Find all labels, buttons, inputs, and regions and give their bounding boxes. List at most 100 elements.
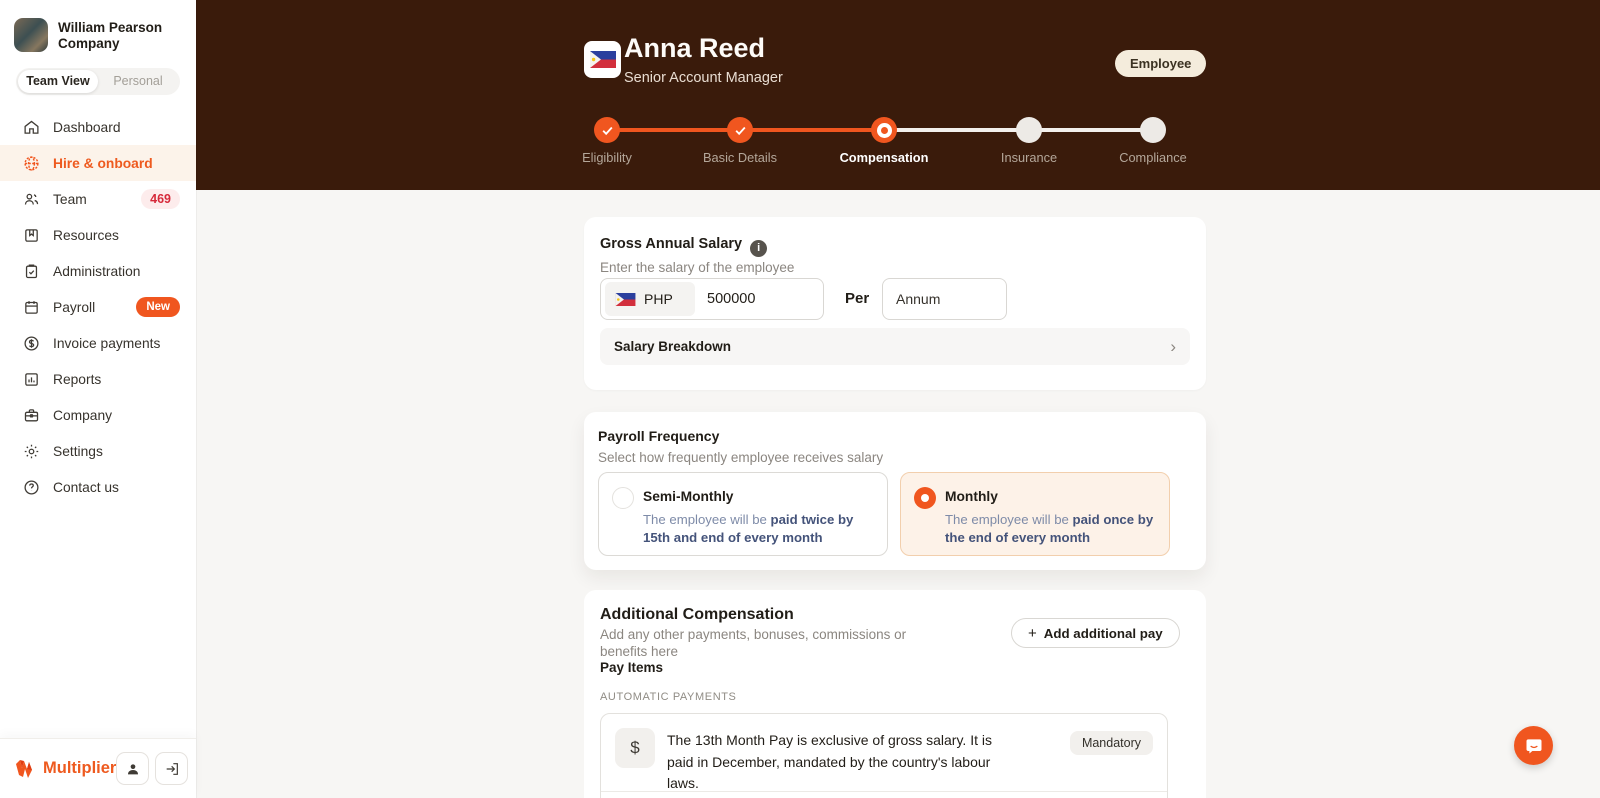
sidebar-item-payroll[interactable]: Payroll New (0, 289, 196, 325)
additional-compensation-subtitle: Add any other payments, bonuses, commiss… (600, 627, 907, 659)
gross-salary-subtitle: Enter the salary of the employee (600, 260, 795, 275)
step-insurance-dot[interactable] (1016, 117, 1042, 143)
info-icon[interactable]: i (750, 239, 768, 257)
sidebar-item-label: Settings (53, 443, 103, 459)
help-circle-icon (22, 478, 40, 496)
payroll-frequency-subtitle: Select how frequently employee receives … (598, 450, 884, 465)
company-switcher[interactable]: William Pearson Company (0, 0, 196, 62)
multiplier-logo-icon (16, 759, 32, 778)
currency-selector[interactable]: PHP (605, 282, 695, 316)
step-label-compliance: Compliance (1119, 150, 1187, 165)
sidebar-item-label: Resources (53, 227, 119, 243)
toggle-personal[interactable]: Personal (98, 70, 178, 93)
globe-icon (22, 154, 40, 172)
resources-icon (22, 226, 40, 244)
option-title: Semi-Monthly (643, 489, 734, 504)
add-additional-pay-label: Add additional pay (1043, 625, 1163, 641)
mandatory-badge: Mandatory (1069, 731, 1153, 755)
automatic-payments-label: AUTOMATIC PAYMENTS (600, 691, 737, 703)
employee-header: Anna Reed Senior Account Manager Employe… (196, 0, 1600, 190)
view-toggle: Team View Personal (16, 68, 180, 95)
person-icon (127, 763, 138, 774)
gross-salary-card: Gross Annual Salary i Enter the salary of… (584, 217, 1206, 390)
stepper-connector (607, 128, 740, 132)
step-label-basic-details: Basic Details (703, 150, 777, 165)
additional-compensation-title: Additional Compensation (600, 606, 794, 623)
salary-amount-input[interactable] (699, 291, 809, 307)
sidebar-item-company[interactable]: Company (0, 397, 196, 433)
profile-button[interactable] (116, 752, 150, 785)
company-name: William Pearson Company (58, 20, 163, 51)
sidebar-item-resources[interactable]: Resources (0, 217, 196, 253)
sidebar-menu: Dashboard Hire & onboard Team 469 Resour… (0, 109, 196, 505)
logout-icon (166, 762, 178, 775)
pay-item-text: The 13th Month Pay is exclusive of gross… (667, 732, 992, 791)
gear-icon (22, 442, 40, 460)
radio-selected[interactable] (914, 487, 936, 509)
team-icon (22, 190, 40, 208)
option-description: The employee will be paid twice by 15th … (643, 512, 854, 545)
step-eligibility-dot[interactable] (594, 117, 620, 143)
option-description: The employee will be paid once by the en… (945, 512, 1154, 545)
payroll-frequency-title: Payroll Frequency (598, 428, 720, 444)
employee-type-badge: Employee (1115, 50, 1207, 77)
stepper-connector (740, 128, 884, 132)
sidebar-item-label: Payroll (53, 299, 96, 315)
briefcase-icon (22, 406, 40, 424)
currency-code: PHP (644, 291, 673, 307)
sidebar-item-invoice-payments[interactable]: Invoice payments (0, 325, 196, 361)
per-label: Per (845, 290, 870, 307)
sidebar-item-administration[interactable]: Administration (0, 253, 196, 289)
main-content: Gross Annual Salary i Enter the salary of… (196, 190, 1600, 798)
sidebar-item-label: Administration (53, 263, 141, 279)
sidebar-item-label: Company (53, 407, 113, 423)
step-compensation-dot[interactable] (871, 117, 897, 143)
sidebar-item-label: Hire & onboard (53, 155, 153, 171)
step-label-compensation: Compensation (839, 150, 929, 165)
sidebar-item-contact-us[interactable]: Contact us (0, 469, 196, 505)
period-select[interactable]: Annum (882, 278, 1007, 320)
sidebar-item-label: Reports (53, 371, 102, 387)
toggle-team-view[interactable]: Team View (18, 70, 98, 93)
step-label-insurance: Insurance (1000, 150, 1058, 165)
sidebar-item-settings[interactable]: Settings (0, 433, 196, 469)
pay-item-card: $ The 13th Month Pay is exclusive of gro… (600, 713, 1168, 798)
sidebar-item-label: Invoice payments (53, 335, 161, 351)
pay-items-label: Pay Items (600, 660, 664, 675)
calendar-icon (22, 298, 40, 316)
chat-button[interactable] (1514, 726, 1553, 765)
sidebar-footer: Multiplier (0, 738, 196, 798)
logout-button[interactable] (155, 752, 189, 785)
step-basic-details-dot[interactable] (727, 117, 753, 143)
team-count-badge: 469 (141, 189, 180, 209)
salary-breakdown-row[interactable]: Salary Breakdown › (600, 328, 1190, 365)
stepper-connector (884, 128, 1029, 132)
option-monthly[interactable]: Monthly The employee will be paid once b… (900, 472, 1170, 556)
step-label-eligibility: Eligibility (582, 150, 632, 165)
salary-input-group: PHP (600, 278, 824, 320)
add-additional-pay-button[interactable]: + Add additional pay (1011, 618, 1180, 648)
employee-name: Anna Reed (624, 33, 766, 63)
sidebar-item-dashboard[interactable]: Dashboard (0, 109, 196, 145)
bar-chart-icon (22, 370, 40, 388)
radio-unselected[interactable] (612, 487, 634, 509)
sidebar: William Pearson Company Team View Person… (0, 0, 196, 798)
chevron-right-icon: › (1170, 336, 1176, 356)
sidebar-item-hire-onboard[interactable]: Hire & onboard (0, 145, 196, 181)
sidebar-item-reports[interactable]: Reports (0, 361, 196, 397)
check-icon (735, 126, 746, 135)
company-avatar (14, 18, 48, 52)
employee-role: Senior Account Manager (624, 70, 783, 86)
step-compliance-dot[interactable] (1140, 117, 1166, 143)
country-flag (584, 41, 621, 78)
additional-compensation-section: Additional Compensation Add any other pa… (584, 590, 1206, 798)
divider (601, 791, 1167, 792)
sidebar-item-team[interactable]: Team 469 (0, 181, 196, 217)
philippines-flag-icon (615, 292, 636, 306)
home-icon (22, 118, 40, 136)
option-semi-monthly[interactable]: Semi-Monthly The employee will be paid t… (598, 472, 888, 556)
sidebar-item-label: Team (53, 191, 87, 207)
multiplier-logo: Multiplier (14, 758, 116, 780)
check-icon (602, 126, 613, 135)
brand-name: Multiplier (43, 759, 117, 777)
